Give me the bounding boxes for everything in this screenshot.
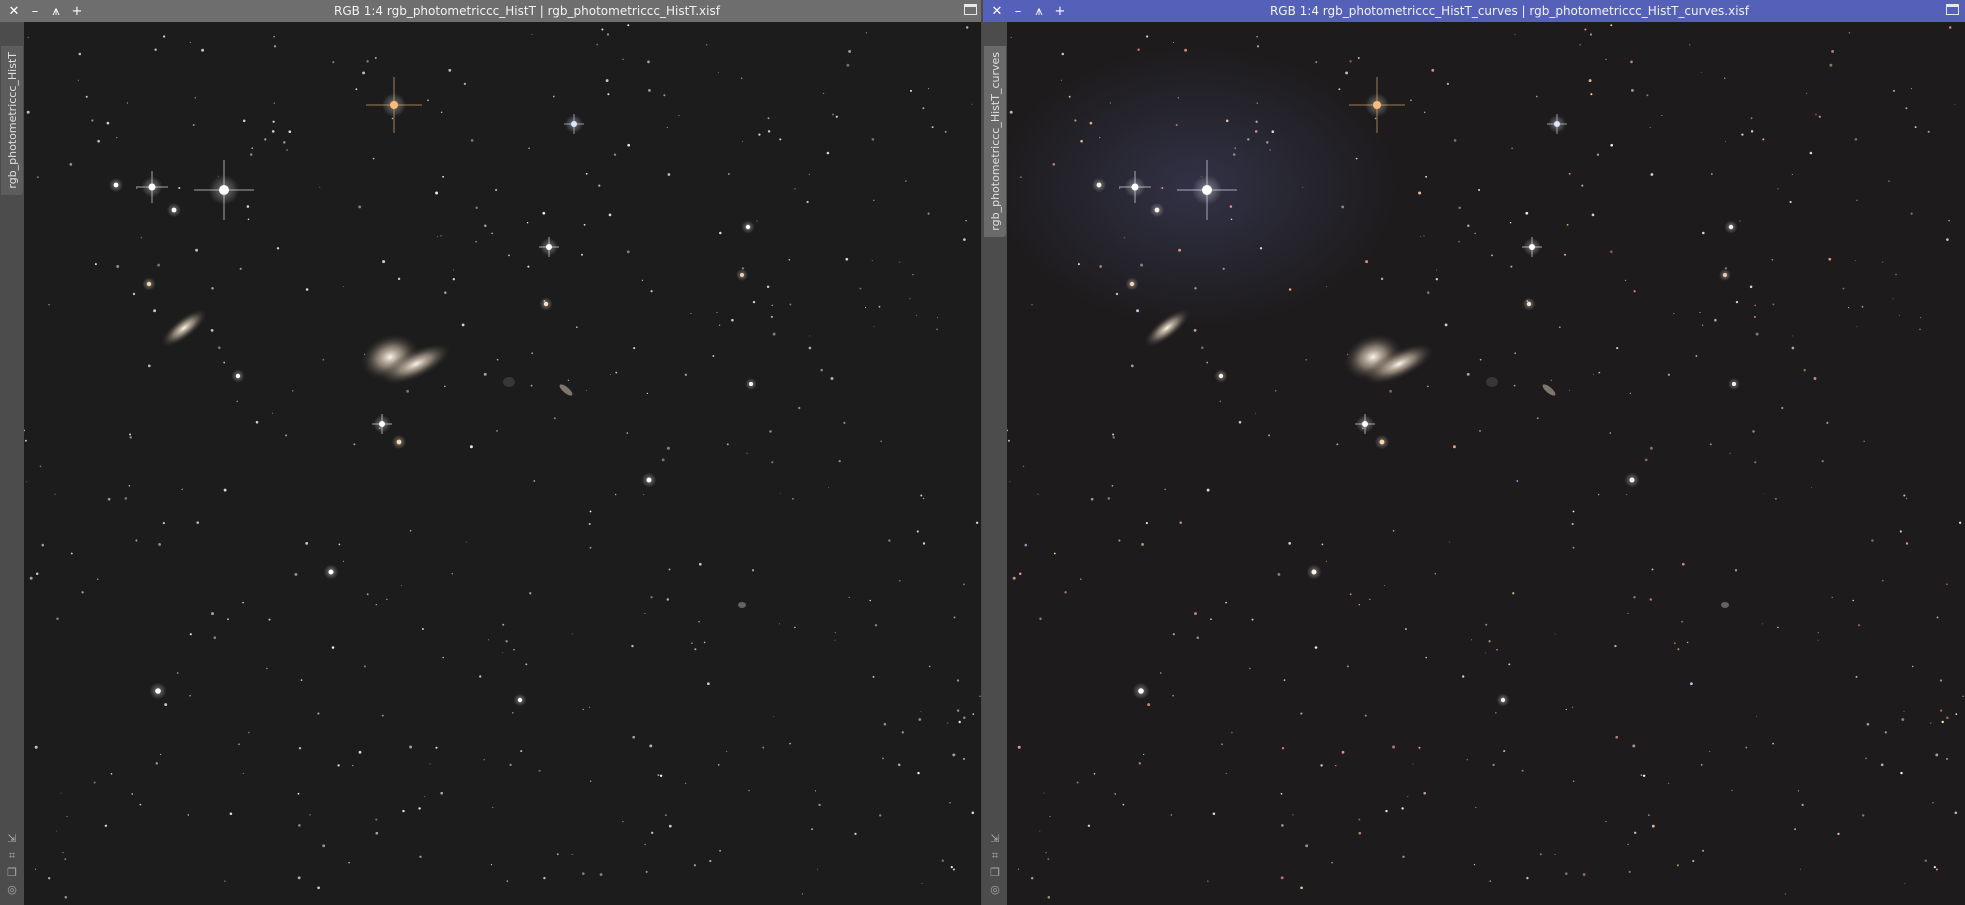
- pin-icon[interactable]: +: [68, 2, 86, 20]
- crop-icon[interactable]: ⌗: [5, 849, 19, 863]
- image-viewport[interactable]: [1007, 22, 1965, 905]
- minimize-icon[interactable]: –: [1009, 2, 1027, 20]
- view-identifier-label: rgb_photometriccc_HistT_curves: [988, 52, 1002, 231]
- clone-icon[interactable]: ❐: [5, 866, 19, 880]
- side-tab-strip: rgb_photometriccc_HistT_curves ⇲ ⌗ ❐ ◎: [983, 22, 1007, 905]
- settings-icon[interactable]: ◎: [5, 883, 19, 897]
- astro-image: [1007, 22, 1965, 905]
- maximize-icon[interactable]: [1946, 4, 1959, 15]
- astro-image: [24, 22, 983, 905]
- image-window-left[interactable]: ✕ – ⩚ + RGB 1:4 rgb_photometriccc_HistT …: [0, 0, 983, 905]
- window-title: RGB 1:4 rgb_photometriccc_HistT | rgb_ph…: [334, 4, 720, 18]
- clone-icon[interactable]: ❐: [988, 866, 1002, 880]
- close-icon[interactable]: ✕: [5, 2, 23, 20]
- view-identifier-tab[interactable]: rgb_photometriccc_HistT: [1, 46, 23, 195]
- crop-icon[interactable]: ⌗: [988, 849, 1002, 863]
- settings-icon[interactable]: ◎: [988, 883, 1002, 897]
- image-window-right[interactable]: ✕ – ⩚ + RGB 1:4 rgb_photometriccc_HistT_…: [983, 0, 1965, 905]
- view-identifier-tab[interactable]: rgb_photometriccc_HistT_curves: [984, 46, 1006, 237]
- zoom-fit-icon[interactable]: ⇲: [988, 832, 1002, 846]
- shade-icon[interactable]: ⩚: [47, 2, 65, 20]
- zoom-fit-icon[interactable]: ⇲: [5, 832, 19, 846]
- titlebar[interactable]: ✕ – ⩚ + RGB 1:4 rgb_photometriccc_HistT_…: [983, 0, 1965, 22]
- shade-icon[interactable]: ⩚: [1030, 2, 1048, 20]
- close-icon[interactable]: ✕: [988, 2, 1006, 20]
- window-title: RGB 1:4 rgb_photometriccc_HistT_curves |…: [1269, 4, 1750, 18]
- titlebar[interactable]: ✕ – ⩚ + RGB 1:4 rgb_photometriccc_HistT …: [0, 0, 983, 22]
- view-identifier-label: rgb_photometriccc_HistT: [5, 52, 19, 189]
- side-tab-strip: rgb_photometriccc_HistT ⇲ ⌗ ❐ ◎: [0, 22, 24, 905]
- maximize-icon[interactable]: [964, 4, 977, 15]
- image-viewport[interactable]: [24, 22, 983, 905]
- minimize-icon[interactable]: –: [26, 2, 44, 20]
- pin-icon[interactable]: +: [1051, 2, 1069, 20]
